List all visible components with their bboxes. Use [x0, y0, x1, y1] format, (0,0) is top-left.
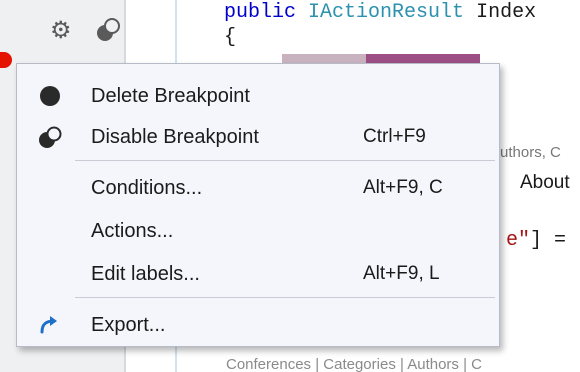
- menu-item-edit-labels[interactable]: Edit labels... Alt+F9, L: [17, 256, 499, 292]
- menu-item-label: Conditions...: [91, 177, 203, 199]
- code-fragment: e"] =: [506, 229, 566, 252]
- code-fragment: About: [520, 172, 570, 193]
- menu-item-conditions[interactable]: Conditions... Alt+F9, C: [17, 170, 499, 206]
- code-fragment: Conferences | Categories | Authors | C: [226, 356, 482, 372]
- menu-item-shortcut: Alt+F9, C: [363, 177, 443, 198]
- gear-icon[interactable]: ⚙: [50, 18, 72, 42]
- breakpoint-toggle-icon: [39, 126, 62, 148]
- menu-item-export[interactable]: Export...: [17, 307, 499, 343]
- breakpoint-context-menu: Delete Breakpoint Disable Breakpoint Ctr…: [16, 63, 500, 347]
- menu-item-disable-breakpoint[interactable]: Disable Breakpoint Ctrl+F9: [17, 119, 499, 155]
- code-operator: ] =: [530, 229, 567, 252]
- menu-item-label: Actions...: [91, 220, 174, 242]
- menu-item-actions[interactable]: Actions...: [17, 213, 499, 249]
- menu-item-shortcut: Alt+F9, L: [363, 263, 440, 284]
- menu-item-label: Edit labels...: [91, 263, 200, 285]
- menu-item-shortcut: Ctrl+F9: [363, 126, 426, 147]
- code-fragment: uthors, C: [500, 144, 561, 161]
- menu-separator: [75, 297, 495, 298]
- code-type: IActionResult: [308, 1, 465, 24]
- menu-item-label: Delete Breakpoint: [91, 85, 250, 107]
- menu-separator: [75, 160, 495, 161]
- code-method: Index: [476, 1, 537, 24]
- code-keyword: public: [224, 1, 297, 24]
- breakpoint-settings-icon[interactable]: [94, 15, 124, 45]
- editor-area: ⚙ public IActionResult Index { uthors, C…: [0, 0, 580, 372]
- menu-item-delete-breakpoint[interactable]: Delete Breakpoint: [17, 78, 499, 114]
- menu-item-label: Export...: [91, 314, 166, 336]
- code-string: e": [506, 229, 531, 252]
- code-line: {: [224, 26, 237, 49]
- menu-item-label: Disable Breakpoint: [91, 126, 259, 148]
- breakpoint-filled-icon: [40, 86, 60, 106]
- code-line: public IActionResult Index: [224, 2, 536, 24]
- export-arrow-icon: [40, 316, 57, 334]
